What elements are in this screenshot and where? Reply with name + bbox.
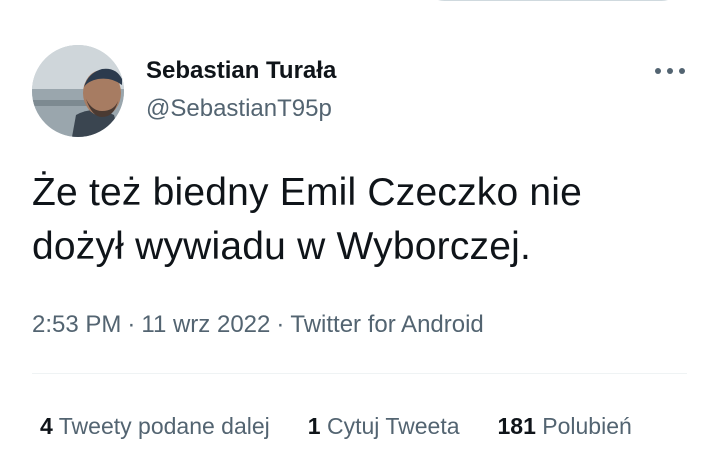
- tweet-time[interactable]: 2:53 PM: [32, 311, 121, 338]
- tweet-meta: 2:53 PM · 11 wrz 2022 · Twitter for Android: [32, 308, 484, 342]
- quotes-count: 1: [307, 413, 321, 439]
- quotes-stat[interactable]: 1 Cytuj Tweeta: [308, 410, 460, 442]
- meta-separator: ·: [276, 311, 285, 338]
- quotes-label: Cytuj Tweeta: [326, 413, 460, 439]
- avatar[interactable]: [32, 45, 124, 137]
- tweet-date[interactable]: 11 wrz 2022: [141, 311, 270, 338]
- retweets-stat[interactable]: 4 Tweety podane dalej: [40, 410, 270, 442]
- tweet-text: Że też biedny Emil Czeczko nie dożył wyw…: [32, 171, 583, 268]
- author-name[interactable]: Sebastian Turała: [146, 56, 336, 86]
- tweet-stats: 4 Tweety podane dalej 1 Cytuj Tweeta 181…: [40, 410, 632, 442]
- likes-label: Polubień: [542, 413, 632, 439]
- divider: [32, 373, 687, 374]
- avatar-photo: [32, 45, 124, 137]
- tweet-source[interactable]: Twitter for Android: [290, 311, 483, 338]
- meta-separator: ·: [127, 311, 136, 338]
- author-handle[interactable]: @SebastianT95p: [146, 94, 332, 124]
- likes-count: 181: [497, 413, 536, 439]
- ellipsis-icon: [655, 68, 685, 74]
- retweets-label: Tweety podane dalej: [58, 413, 270, 439]
- more-options-button[interactable]: [650, 56, 690, 86]
- retweets-count: 4: [40, 413, 53, 439]
- top-button-edge[interactable]: [424, 0, 682, 1]
- likes-stat[interactable]: 181 Polubień: [498, 410, 632, 442]
